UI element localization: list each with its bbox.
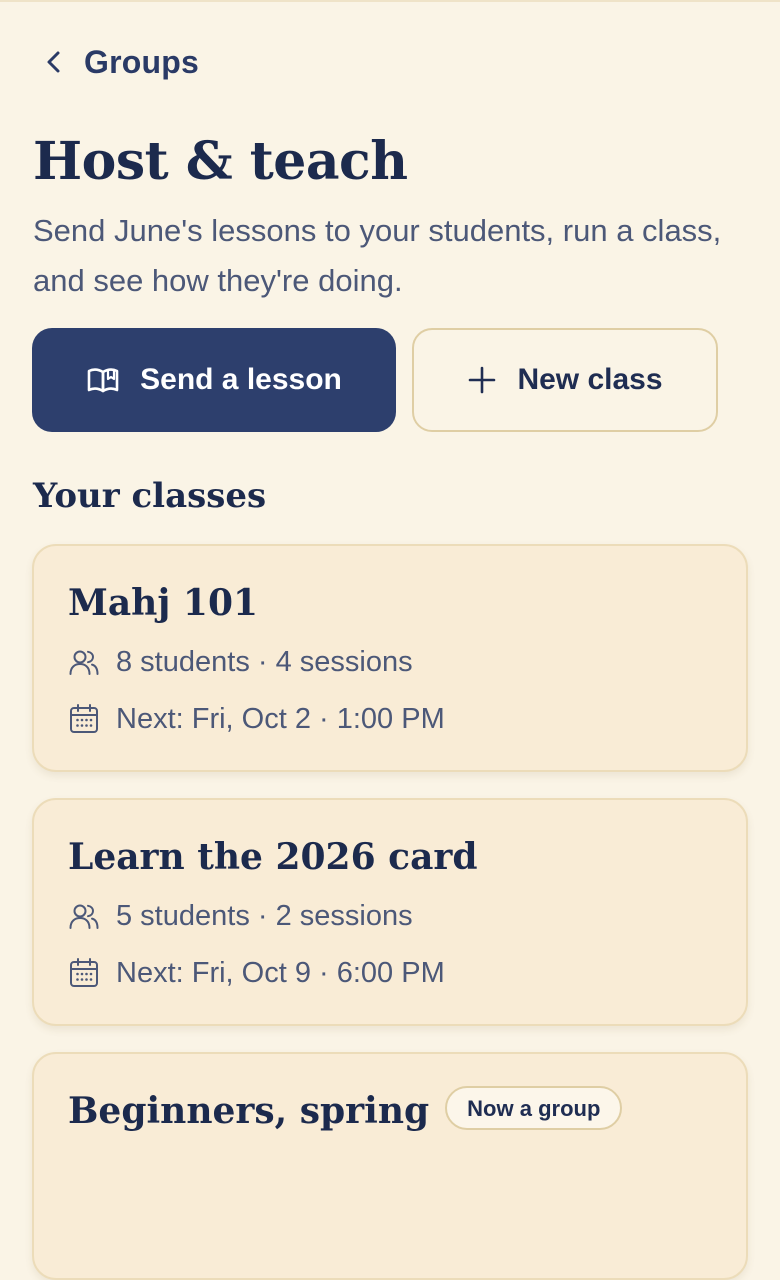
class-name: Beginners, spring <box>68 1090 430 1132</box>
class-students: 5 students · 2 sessions <box>116 899 413 932</box>
status-badge: Now a group <box>445 1086 623 1130</box>
class-students: 8 students · 4 sessions <box>116 645 413 678</box>
back-button[interactable]: Groups <box>40 40 199 84</box>
class-next-session: Next: Fri, Oct 9 · 6:00 PM <box>116 956 445 989</box>
class-students-row: 8 students · 4 sessions <box>68 642 413 682</box>
plus-icon <box>467 365 497 395</box>
class-name: Learn the 2026 card <box>68 836 478 878</box>
chevron-left-icon <box>40 48 68 76</box>
class-card[interactable]: Beginners, spring Now a group <box>32 1052 748 1280</box>
class-name: Mahj 101 <box>68 582 259 624</box>
users-icon <box>68 646 100 678</box>
new-class-label: New class <box>517 363 663 396</box>
class-next-session: Next: Fri, Oct 2 · 1:00 PM <box>116 702 445 735</box>
section-title: Your classes <box>33 476 267 516</box>
top-divider <box>0 0 780 2</box>
class-name-row: Beginners, spring Now a group <box>68 1086 623 1136</box>
class-next-row: Next: Fri, Oct 2 · 1:00 PM <box>68 699 445 739</box>
page-title: Host & teach <box>33 131 408 192</box>
page-description: Send June's lessons to your students, ru… <box>33 213 722 298</box>
class-card[interactable]: Learn the 2026 card 5 students · 2 sessi… <box>32 798 748 1026</box>
calendar-icon <box>68 703 100 735</box>
send-lesson-button[interactable]: Send a lesson <box>32 328 396 432</box>
calendar-icon <box>68 957 100 989</box>
users-icon <box>68 900 100 932</box>
class-students-row: 5 students · 2 sessions <box>68 896 413 936</box>
class-next-row: Next: Fri, Oct 9 · 6:00 PM <box>68 953 445 993</box>
back-label: Groups <box>84 43 199 80</box>
new-class-button[interactable]: New class <box>412 328 718 432</box>
send-lesson-label: Send a lesson <box>140 363 342 396</box>
book-icon <box>86 366 120 394</box>
class-card[interactable]: Mahj 101 8 students · 4 sessions Next: F… <box>32 544 748 772</box>
